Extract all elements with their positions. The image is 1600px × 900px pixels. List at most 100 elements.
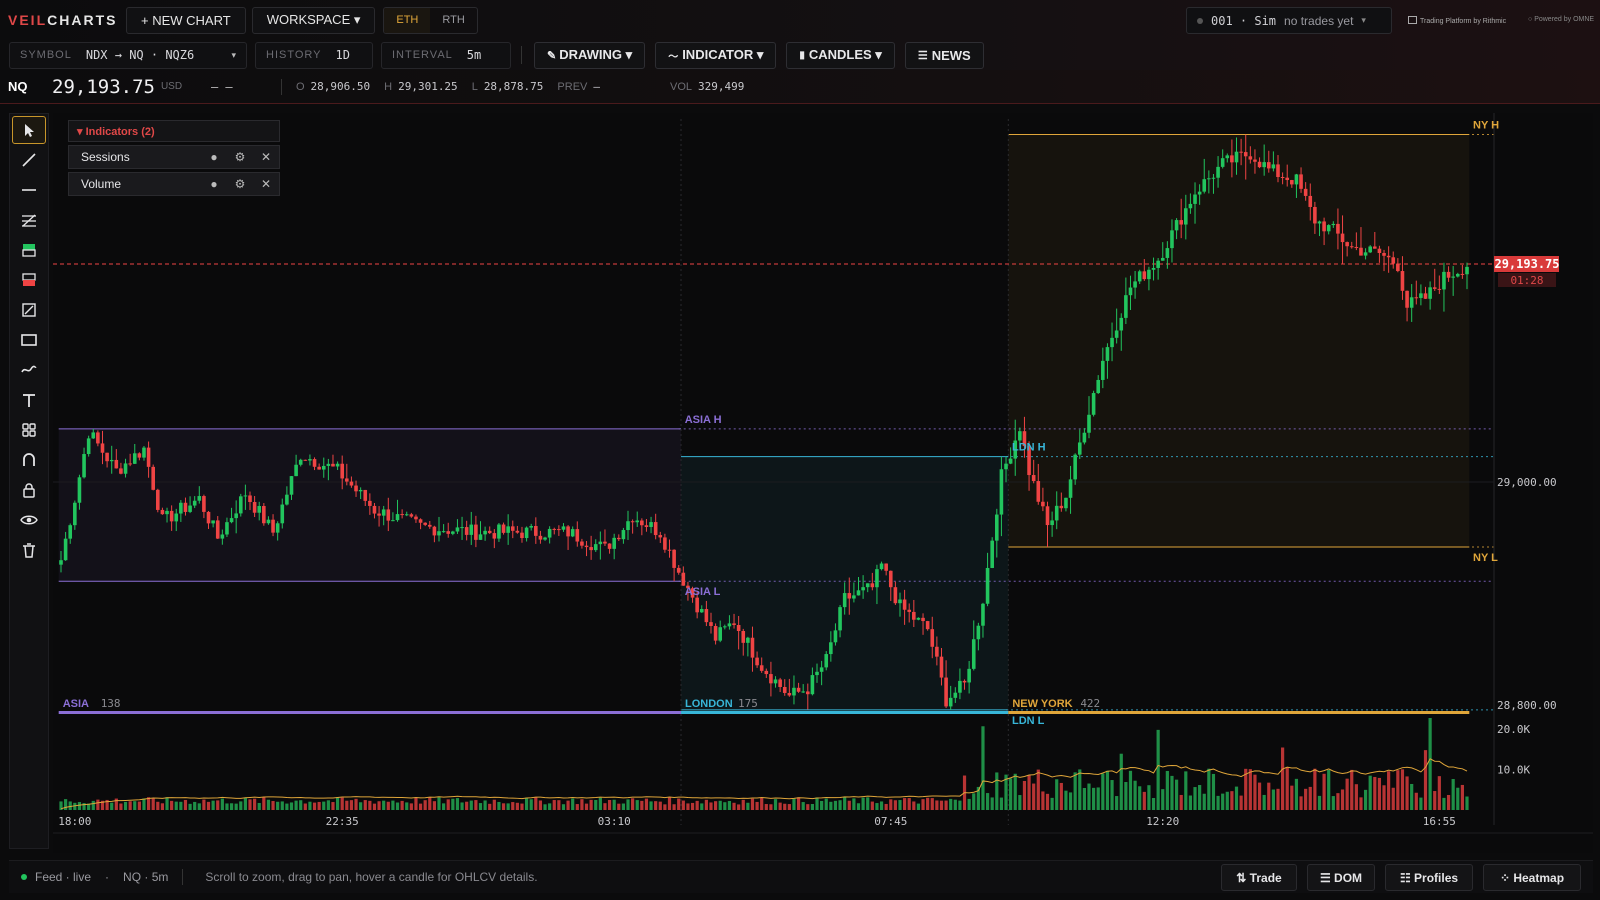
volume-bar	[312, 802, 317, 810]
candle-body	[1423, 293, 1428, 299]
volume-bar	[575, 804, 579, 810]
volume-bar	[455, 798, 460, 810]
candle-body	[1170, 230, 1174, 249]
candle-body	[1276, 164, 1280, 178]
cursor-tool[interactable]	[12, 116, 46, 144]
trendline-tool[interactable]	[12, 146, 46, 174]
volume-bar	[179, 801, 183, 810]
candle-body	[197, 496, 202, 501]
candle-body	[225, 522, 229, 535]
symbol-field[interactable]: SYMBOL NDX → NQ · NQZ6 ▾	[9, 41, 247, 69]
candle-body	[699, 609, 704, 613]
indicators-header[interactable]: ▾ Indicators (2)	[68, 120, 280, 142]
interval-field[interactable]: INTERVAL 5m	[381, 41, 511, 69]
volume-bar	[847, 800, 851, 810]
volume-bar	[409, 803, 413, 810]
chart-panel[interactable]: 29,193.75 01:28 29,000.00 28,800.00 ASIA H AS…	[53, 113, 1593, 853]
dom-button[interactable]: ☰ DOM	[1307, 864, 1375, 891]
new-chart-button[interactable]: + NEW CHART	[126, 6, 246, 34]
visibility-tool[interactable]	[12, 506, 46, 534]
volume-bar	[686, 803, 690, 810]
volume-bar	[183, 799, 188, 810]
candle	[262, 503, 266, 526]
close-icon[interactable]: ✕	[253, 150, 279, 164]
account-selector[interactable]: 001 · Sim no trades yet ▾	[1186, 7, 1392, 34]
drawing-button[interactable]: ✎ DRAWING ▾	[534, 41, 646, 69]
heatmap-button[interactable]: ⁘ Heatmap	[1483, 864, 1581, 891]
volume-bar	[1078, 769, 1082, 810]
candle-body	[142, 447, 146, 458]
news-button[interactable]: ☰ NEWS	[904, 41, 984, 69]
seg-rth[interactable]: RTH	[430, 8, 476, 33]
volume-bar	[1368, 775, 1372, 810]
long-position-tool[interactable]	[12, 236, 46, 264]
volume-bar	[566, 800, 570, 810]
seg-eth[interactable]: ETH	[384, 7, 431, 33]
visibility-dot-icon[interactable]: ●	[201, 150, 227, 164]
candle-body	[326, 463, 331, 466]
volume-bar	[760, 797, 764, 810]
text-tool[interactable]	[12, 386, 46, 414]
volume-bar	[234, 803, 238, 810]
candle-body	[570, 529, 575, 537]
candle-body	[294, 464, 298, 477]
candle-body	[451, 531, 455, 534]
indicator-volume[interactable]: Volume ● ⚙ ✕	[68, 172, 280, 196]
indicator-sessions[interactable]: Sessions ● ⚙ ✕	[68, 145, 280, 169]
delete-tool[interactable]	[12, 536, 46, 564]
brush-tool[interactable]	[12, 356, 46, 384]
patterns-tool[interactable]	[12, 416, 46, 444]
time-tick-label: 16:55	[1423, 815, 1456, 828]
candle-body	[861, 587, 865, 591]
candle-body	[584, 545, 589, 548]
status-separator: ·	[105, 870, 110, 884]
candle-body	[792, 687, 796, 696]
candle-body	[718, 627, 723, 641]
volume-bar	[603, 803, 607, 810]
volume-bar	[1202, 793, 1206, 810]
candle-body	[86, 438, 91, 455]
candle-body	[1363, 252, 1368, 256]
symbol-value: NDX → NQ · NQZ6	[85, 48, 195, 62]
volume-bar	[589, 799, 593, 810]
quote-divider	[280, 78, 282, 95]
price-chart[interactable]: 29,193.75 01:28 29,000.00 28,800.00 ASIA H AS…	[53, 113, 1593, 853]
magnet-tool[interactable]	[12, 446, 46, 474]
volume-bar	[801, 802, 805, 810]
channel-tool[interactable]	[12, 206, 46, 234]
visibility-dot-icon[interactable]: ●	[201, 177, 227, 191]
candle-body	[1437, 288, 1442, 290]
candle-body	[976, 625, 981, 640]
candle-body	[188, 505, 192, 512]
volume-bar	[649, 801, 653, 810]
volume-bar	[1363, 789, 1368, 810]
candles-button[interactable]: ▮ CANDLES ▾	[786, 41, 895, 69]
candle-body	[810, 675, 815, 695]
volume-bar	[667, 797, 672, 810]
volume-bar	[958, 800, 962, 810]
volume-bar	[1184, 771, 1188, 810]
lock-tool[interactable]	[12, 476, 46, 504]
volume-bar	[77, 802, 82, 810]
volume-bar	[1387, 771, 1391, 810]
trade-button[interactable]: ⇅ Trade	[1221, 864, 1297, 891]
candle-body	[137, 453, 142, 458]
indicator-button[interactable]: 〜 INDICATOR ▾	[655, 41, 777, 69]
volume-bar	[317, 801, 321, 810]
history-field[interactable]: HISTORY 1D	[255, 41, 373, 69]
short-position-tool[interactable]	[12, 266, 46, 294]
candle-body	[395, 514, 400, 521]
profiles-button[interactable]: ☷ Profiles	[1385, 864, 1473, 891]
close-icon[interactable]: ✕	[253, 177, 279, 191]
horizontal-line-tool[interactable]	[12, 176, 46, 204]
workspace-button[interactable]: WORKSPACE ▾	[251, 6, 376, 34]
candle-body	[303, 459, 308, 461]
rectangle-tool[interactable]	[12, 326, 46, 354]
gear-icon[interactable]: ⚙	[227, 150, 253, 164]
candle-body	[829, 642, 833, 655]
measure-tool[interactable]	[12, 296, 46, 324]
app-logo[interactable]: VEILCHARTS	[8, 12, 115, 28]
volume-bar	[1327, 769, 1331, 810]
candle-body	[262, 506, 266, 524]
gear-icon[interactable]: ⚙	[227, 177, 253, 191]
